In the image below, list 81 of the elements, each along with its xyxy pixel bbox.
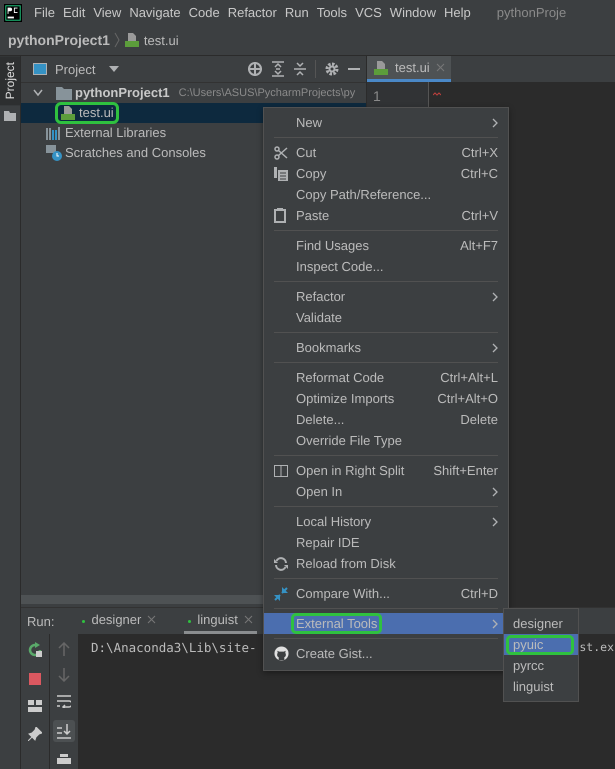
submenu-item[interactable]: linguist <box>506 676 574 696</box>
tree-item[interactable]: Scratches and Consoles <box>41 142 211 164</box>
menu-row[interactable]: Open in Right Split Shift+Enter <box>264 460 508 481</box>
menu-row[interactable]: Compare With... Ctrl+D <box>264 583 508 604</box>
menu-row[interactable]: Validate <box>264 307 508 328</box>
tree-item[interactable]: pythonProject1 <box>51 82 175 104</box>
menu-row[interactable]: Open In <box>264 481 508 502</box>
qt-file-icon <box>373 60 389 76</box>
menu-row[interactable]: Refactor <box>264 286 508 307</box>
split-view-icon <box>274 464 288 476</box>
print-icon[interactable] <box>57 754 71 764</box>
menu-row[interactable]: Paste Ctrl+V <box>264 205 508 226</box>
breadcrumb-file[interactable]: test.ui <box>144 32 179 48</box>
pin-icon[interactable] <box>28 727 42 741</box>
side-tab[interactable]: Project <box>0 56 20 106</box>
console-text: st.ex <box>579 640 614 654</box>
menu-row[interactable]: Bookmarks <box>264 337 508 358</box>
menu-row[interactable]: Inspect Code... <box>264 256 508 277</box>
panel-title[interactable]: Project <box>55 62 96 76</box>
menu-item[interactable]: Window <box>390 5 436 20</box>
folder-icon <box>56 86 72 100</box>
menu-item[interactable]: VCS <box>355 5 382 20</box>
settings-icon[interactable] <box>324 61 340 77</box>
menu-item[interactable]: Refactor <box>228 5 277 20</box>
rerun-icon[interactable] <box>27 642 43 658</box>
menu-row[interactable]: Copy Ctrl+C <box>264 163 508 184</box>
expand-all-icon[interactable] <box>271 61 285 77</box>
window-title: pythonProje <box>496 5 566 20</box>
squiggle-icon <box>433 92 441 96</box>
qt-file-icon <box>124 32 140 48</box>
console-text: D:\Anaconda3\Lib\site- <box>91 640 257 655</box>
tree-item[interactable]: test.ui <box>55 102 119 124</box>
compare-arrows-icon <box>274 586 288 600</box>
menu-row[interactable]: Reformat Code Ctrl+Alt+L <box>264 367 508 388</box>
run-tab[interactable]: linguist <box>184 608 257 634</box>
chevron-icon <box>114 32 120 48</box>
line-number: 1 <box>373 88 382 104</box>
minimize-icon[interactable] <box>348 67 360 71</box>
menu-item[interactable]: Run <box>284 5 309 20</box>
submenu-item[interactable]: pyrcc <box>506 656 574 676</box>
menu-row[interactable]: Optimize Imports Ctrl+Alt+O <box>264 388 508 409</box>
folder-icon[interactable] <box>4 111 16 122</box>
tree-item[interactable]: External Libraries <box>41 122 172 144</box>
run-label: Run: <box>27 614 54 628</box>
menu-row[interactable]: Delete... Delete <box>264 409 508 430</box>
window-icon <box>33 63 47 75</box>
clipboard-icon <box>274 208 286 223</box>
menu-row[interactable]: Local History <box>264 511 508 532</box>
breadcrumb-project[interactable]: pythonProject1 <box>8 32 110 48</box>
library-icon <box>46 126 62 140</box>
app-logo-icon <box>4 4 22 22</box>
menu-row[interactable]: Reload from Disk <box>264 553 508 574</box>
qt-file-icon <box>60 105 76 121</box>
menu-row[interactable]: New <box>264 112 508 133</box>
submenu-item[interactable]: designer <box>506 614 574 634</box>
menu-item[interactable]: Code <box>188 5 220 20</box>
scissors-icon <box>274 146 288 160</box>
collapse-all-icon[interactable] <box>293 61 307 77</box>
editor-tab[interactable]: test.ui <box>367 56 451 82</box>
menu-item[interactable]: File <box>34 5 55 20</box>
menu-item[interactable]: Help <box>444 5 471 20</box>
project-path: C:\Users\ASUS\PycharmProjects\py <box>178 87 356 99</box>
menu-row[interactable]: Cut Ctrl+X <box>264 142 508 163</box>
run-tab[interactable]: designer <box>78 608 160 634</box>
menu-row[interactable]: Copy Path/Reference... <box>264 184 508 205</box>
layout-icon[interactable] <box>28 700 42 712</box>
target-icon[interactable] <box>247 61 263 77</box>
menu-row[interactable]: Override File Type <box>264 430 508 451</box>
scroll-to-end-icon[interactable] <box>53 720 75 742</box>
menu-row[interactable]: Find Usages Alt+F7 <box>264 235 508 256</box>
soft-wrap-icon[interactable] <box>57 694 71 708</box>
menu-item[interactable]: View <box>93 5 122 20</box>
menu-row[interactable]: Repair IDE <box>264 532 508 553</box>
dropdown-icon[interactable] <box>109 66 120 72</box>
cat-logo-icon <box>274 646 289 661</box>
menu-item[interactable]: Tools <box>316 5 348 20</box>
scratch-file-icon <box>46 145 62 161</box>
menu-item[interactable]: Edit <box>62 5 86 20</box>
reload-icon <box>274 556 288 570</box>
copy-icon <box>274 166 288 180</box>
menu-item[interactable]: Navigate <box>129 5 181 20</box>
